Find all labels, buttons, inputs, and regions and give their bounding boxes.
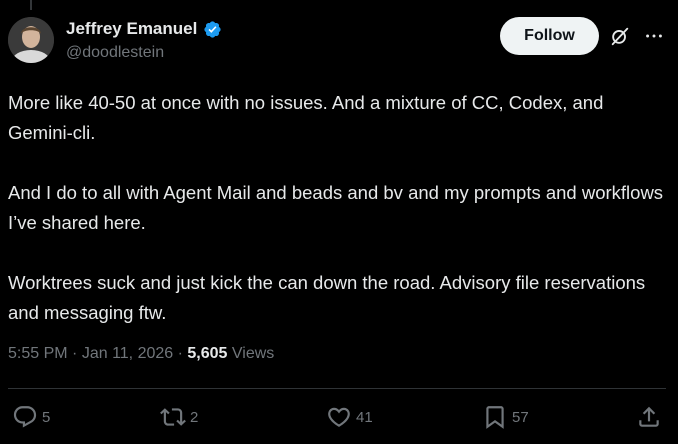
tweet-paragraph: Worktrees suck and just kick the can dow… [8, 272, 646, 323]
share-icon [639, 406, 659, 427]
author-display-name[interactable]: Jeffrey Emanuel [66, 19, 197, 39]
heart-icon [328, 407, 350, 427]
repost-icon [160, 408, 186, 426]
divider [8, 388, 666, 389]
reply-icon [13, 406, 37, 428]
tweet-actions-bar: 5 2 41 57 [0, 404, 678, 436]
tweet-text: More like 40-50 at once with no issues. … [8, 88, 670, 328]
verified-badge-icon[interactable] [203, 20, 222, 39]
follow-button[interactable]: Follow [500, 17, 599, 55]
views-count: 5,605 [187, 345, 228, 362]
thread-connector-line [30, 0, 32, 10]
tweet-paragraph: More like 40-50 at once with no issues. … [8, 92, 604, 143]
avatar[interactable] [8, 17, 54, 63]
tweet-date[interactable]: Jan 11, 2026 [82, 345, 173, 362]
repost-count: 2 [190, 408, 199, 426]
bookmark-icon [486, 406, 504, 429]
like-button[interactable]: 41 [326, 404, 373, 430]
grok-icon[interactable] [609, 25, 631, 47]
reply-button[interactable]: 5 [12, 404, 50, 430]
name-row: Jeffrey Emanuel [66, 18, 222, 40]
author-info: Jeffrey Emanuel @doodlestein [66, 18, 222, 62]
tweet-paragraph: And I do to all with Agent Mail and bead… [8, 182, 664, 233]
more-options-icon[interactable] [643, 25, 665, 47]
tweet-time[interactable]: 5:55 PM [8, 345, 68, 362]
bookmark-count: 57 [512, 408, 529, 426]
author-handle[interactable]: @doodlestein [66, 44, 222, 62]
bookmark-button[interactable]: 57 [482, 404, 529, 430]
like-count: 41 [356, 408, 373, 426]
repost-button[interactable]: 2 [160, 404, 198, 430]
views-label: Views [231, 345, 275, 362]
meta-separator: · [177, 345, 183, 362]
reply-count: 5 [42, 408, 51, 426]
share-button[interactable] [636, 404, 662, 430]
meta-separator: · [72, 345, 78, 362]
avatar-image [8, 17, 54, 63]
tweet-metadata: 5:55 PM · Jan 11, 2026 · 5,605 Views [8, 345, 274, 363]
